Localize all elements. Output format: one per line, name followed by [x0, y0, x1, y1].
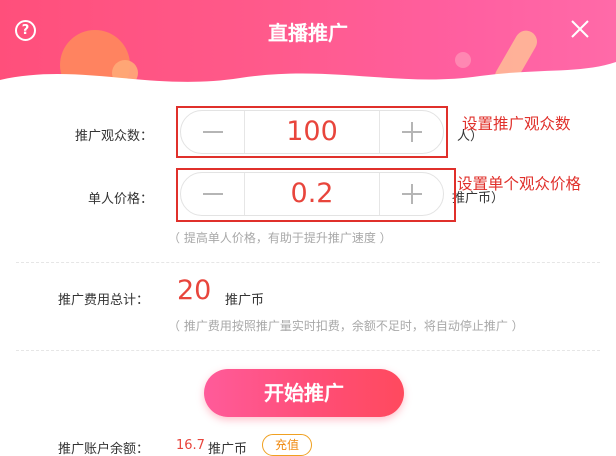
- total-label: 推广费用总计：: [58, 293, 150, 308]
- question-circle-icon[interactable]: ?: [15, 20, 36, 41]
- annotation-box-price: [176, 168, 456, 222]
- dialog-title: 直播推广: [268, 21, 348, 45]
- total-value: 20: [177, 275, 212, 306]
- total-hint: （ 推广费用按照推广量实时扣费，余额不足时，将自动停止推广 ）: [168, 319, 524, 333]
- balance-value: 16.7: [176, 438, 205, 453]
- annotation-audience: 设置推广观众数: [462, 115, 571, 133]
- total-unit: 推广币: [225, 293, 265, 308]
- price-hint: （ 提高单人价格，有助于提升推广速度 ）: [168, 231, 392, 245]
- price-label: 单人价格：: [88, 192, 154, 207]
- recharge-button[interactable]: 充值: [262, 434, 312, 456]
- header-wave: [0, 62, 616, 92]
- audience-label: 推广观众数：: [75, 129, 154, 144]
- start-promotion-button[interactable]: 开始推广: [204, 369, 404, 417]
- annotation-box-audience: [176, 106, 448, 158]
- divider: [16, 262, 600, 263]
- divider: [16, 350, 600, 351]
- close-x-icon[interactable]: [569, 18, 591, 40]
- header-banner: [0, 0, 616, 92]
- balance-unit: 推广币: [208, 442, 248, 456]
- annotation-price: 设置单个观众价格: [457, 175, 582, 193]
- balance-label: 推广账户余额：: [58, 442, 150, 456]
